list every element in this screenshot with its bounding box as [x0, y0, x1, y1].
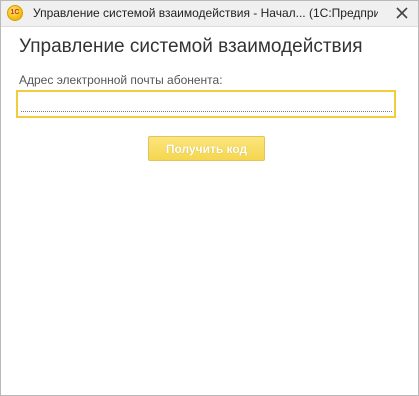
- form-title: Управление системой взаимодействия: [19, 36, 363, 57]
- email-field-underline: [21, 111, 392, 112]
- email-field-label: Адрес электронной почты абонента:: [19, 73, 223, 87]
- email-field[interactable]: [16, 90, 396, 118]
- close-icon[interactable]: [394, 5, 410, 21]
- dialog-window: 1С Управление системой взаимодействия - …: [0, 0, 419, 396]
- window-title: Управление системой взаимодействия - Нач…: [33, 6, 378, 20]
- get-code-button[interactable]: Получить код: [148, 136, 265, 161]
- app-logo-icon: 1С: [7, 5, 23, 21]
- title-bar[interactable]: 1С Управление системой взаимодействия - …: [1, 1, 418, 27]
